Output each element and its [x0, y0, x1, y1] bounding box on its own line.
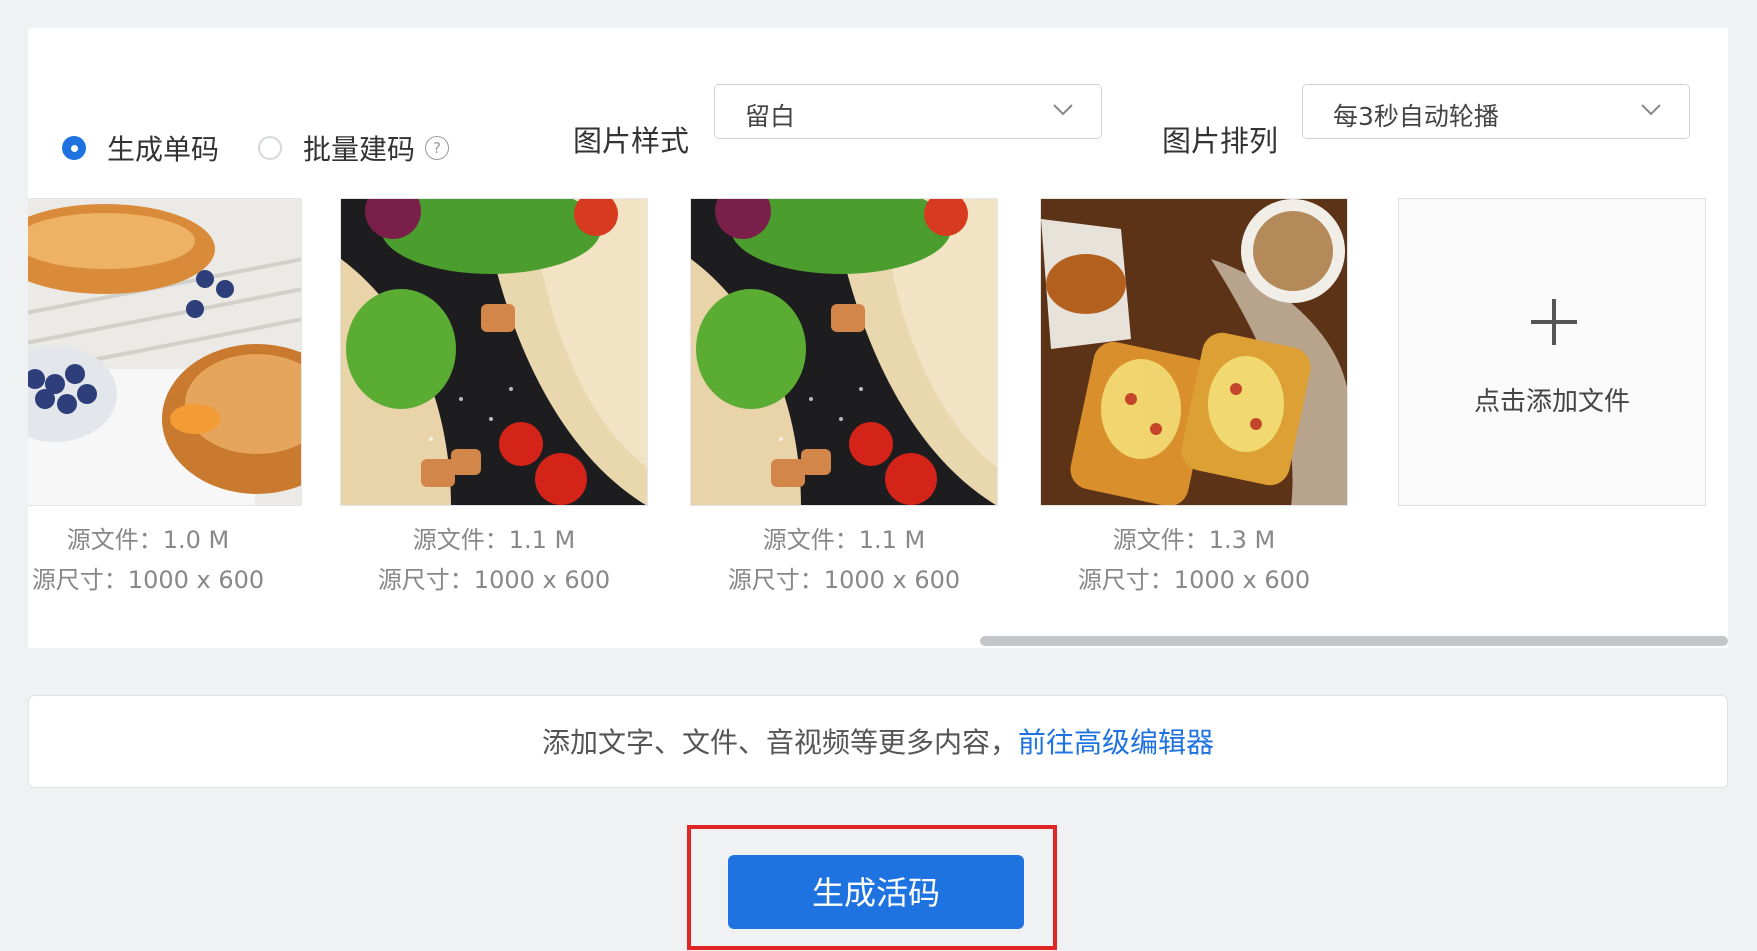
source-file-size: 源文件：1.1 M: [412, 526, 576, 554]
source-file-size: 源文件：1.1 M: [762, 526, 926, 554]
add-file-button[interactable]: 点击添加文件: [1398, 198, 1706, 506]
add-file-label: 点击添加文件: [1473, 387, 1630, 417]
thumbnail-image: [340, 198, 648, 506]
image-style-select[interactable]: 留白: [714, 84, 1102, 139]
thumbnail-meta: 源文件：1.3 M 源尺寸：1000 x 600: [1040, 520, 1348, 600]
generate-code-button[interactable]: 生成活码: [728, 855, 1024, 929]
source-dimensions: 源尺寸：1000 x 600: [727, 566, 961, 594]
radio-checked-icon: [62, 136, 86, 160]
thumbnail-meta: 源文件：1.1 M 源尺寸：1000 x 600: [690, 520, 998, 600]
thumbnail-item[interactable]: 源文件：1.0 M 源尺寸：1000 x 600: [28, 198, 302, 600]
thumbnail-item[interactable]: 源文件：1.3 M 源尺寸：1000 x 600: [1040, 198, 1348, 600]
chevron-down-icon: [1053, 104, 1073, 116]
question-circle-icon[interactable]: ?: [425, 136, 450, 160]
source-file-size: 源文件：1.0 M: [66, 526, 230, 554]
thumbnail-strip: 源文件：1.0 M 源尺寸：1000 x 600 源文件：1.1 M 源尺寸：1…: [28, 198, 1728, 608]
chevron-down-icon: [1641, 104, 1661, 116]
image-arrange-label: 图片排列: [1162, 124, 1279, 158]
advanced-editor-bar: 添加文字、文件、音视频等更多内容，前往高级编辑器: [28, 695, 1728, 788]
editor-hint-text: 添加文字、文件、音视频等更多内容，: [541, 726, 1018, 759]
plus-icon: [1531, 299, 1577, 345]
thumbnail-item[interactable]: 源文件：1.1 M 源尺寸：1000 x 600: [690, 198, 998, 600]
advanced-editor-link[interactable]: 前往高级编辑器: [1018, 726, 1214, 759]
source-dimensions: 源尺寸：1000 x 600: [1077, 566, 1311, 594]
image-arrange-value: 每3秒自动轮播: [1333, 102, 1499, 131]
mode-batch-radio[interactable]: 批量建码 ?: [258, 128, 450, 168]
thumbnail-meta: 源文件：1.1 M 源尺寸：1000 x 600: [340, 520, 648, 600]
radio-unchecked-icon: [258, 136, 282, 160]
source-dimensions: 源尺寸：1000 x 600: [31, 566, 265, 594]
source-dimensions: 源尺寸：1000 x 600: [377, 566, 611, 594]
thumbnail-item[interactable]: 源文件：1.1 M 源尺寸：1000 x 600: [340, 198, 648, 600]
horizontal-scrollbar[interactable]: [980, 636, 1728, 646]
image-upload-card: 生成单码 批量建码 ? 图片样式 留白 图片排列 每3秒自动轮播 源文件：1.0…: [28, 28, 1728, 648]
mode-single-radio[interactable]: 生成单码: [62, 128, 219, 168]
thumbnail-image: [1040, 198, 1348, 506]
options-row: 生成单码 批量建码 ? 图片样式 留白 图片排列 每3秒自动轮播: [28, 28, 1728, 198]
mode-single-label: 生成单码: [107, 133, 220, 166]
image-style-value: 留白: [745, 102, 796, 131]
thumbnail-meta: 源文件：1.0 M 源尺寸：1000 x 600: [28, 520, 302, 600]
image-style-label: 图片样式: [573, 124, 690, 158]
image-arrange-select[interactable]: 每3秒自动轮播: [1302, 84, 1690, 139]
thumbnail-image: [690, 198, 998, 506]
mode-batch-label: 批量建码: [303, 133, 416, 166]
source-file-size: 源文件：1.3 M: [1112, 526, 1276, 554]
thumbnail-image: [28, 198, 302, 506]
